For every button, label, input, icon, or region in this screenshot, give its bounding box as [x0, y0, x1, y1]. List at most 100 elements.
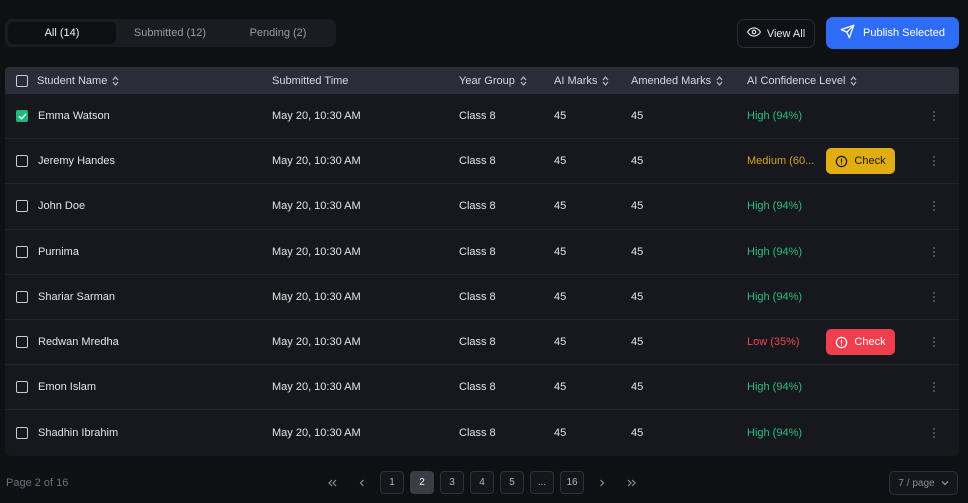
student-name: Redwan Mredha: [38, 336, 119, 349]
amended-marks: 45: [631, 245, 644, 258]
next-page-icon[interactable]: [590, 471, 614, 494]
more-options-icon[interactable]: [929, 289, 939, 305]
first-page-icon[interactable]: [320, 471, 344, 494]
table-row[interactable]: Shadhin Ibrahim May 20, 10:30 AM Class 8 45…: [5, 410, 959, 455]
view-all-label: View All: [766, 27, 806, 40]
ai-confidence: High (94%): [747, 381, 803, 394]
header-year-group[interactable]: Year Group: [459, 67, 527, 94]
row-select-cell: [16, 139, 28, 183]
row-checkbox[interactable]: [16, 155, 28, 168]
table-row[interactable]: Emma Watson May 20, 10:30 AM Class 8 45 45 Hi…: [5, 94, 959, 140]
row-select-cell: [16, 320, 28, 364]
amended-marks: 45: [631, 200, 644, 213]
page-info: Page 2 of 16: [6, 477, 69, 489]
check-button-label: Check: [854, 155, 886, 168]
student-name: Jeremy Handes: [38, 155, 116, 168]
ai-marks: 45: [554, 426, 567, 439]
table-row[interactable]: Jeremy Handes May 20, 10:30 AM Class 8 45 45…: [5, 139, 959, 185]
row-checkbox[interactable]: [16, 110, 28, 123]
page-button[interactable]: 4: [470, 471, 494, 494]
page-button[interactable]: 16: [560, 471, 584, 494]
ai-marks: 45: [554, 110, 567, 123]
student-name: Emma Watson: [38, 110, 110, 123]
table-row[interactable]: Redwan Mredha May 20, 10:30 AM Class 8 45 45…: [5, 320, 959, 366]
header-ai-confidence[interactable]: AI Confidence Level: [747, 67, 857, 94]
more-options-icon[interactable]: [929, 198, 939, 214]
row-select-cell: [16, 184, 28, 228]
ai-marks: 45: [554, 290, 567, 303]
per-page-select[interactable]: 7 / page: [889, 471, 958, 495]
check-button[interactable]: Check: [826, 329, 895, 356]
more-options-icon[interactable]: [929, 425, 939, 441]
header-year-group-label: Year Group: [459, 74, 515, 87]
year-group: Class 8: [459, 426, 496, 439]
table-body: Emma Watson May 20, 10:30 AM Class 8 45 45 Hi…: [5, 94, 959, 456]
amended-marks: 45: [631, 290, 644, 303]
amended-marks: 45: [631, 381, 644, 394]
header-ai-marks-label: AI Marks: [554, 74, 598, 87]
header-ai-marks[interactable]: AI Marks: [554, 67, 609, 94]
row-checkbox[interactable]: [16, 200, 28, 213]
row-select-cell: [16, 94, 28, 138]
ai-confidence: High (94%): [747, 290, 803, 303]
submitted-time: May 20, 10:30 AM: [272, 110, 361, 123]
chevron-down-icon: [941, 478, 949, 489]
prev-page-icon[interactable]: [350, 471, 374, 494]
header-student-name[interactable]: Student Name: [37, 67, 119, 94]
student-name: Shariar Sarman: [38, 290, 116, 303]
last-page-icon[interactable]: [620, 471, 644, 494]
check-button-label: Check: [854, 336, 886, 349]
more-options-icon[interactable]: [929, 153, 939, 169]
table-row[interactable]: John Doe May 20, 10:30 AM Class 8 45 45 High …: [5, 184, 959, 230]
sort-icon: [602, 75, 609, 86]
year-group: Class 8: [459, 381, 496, 394]
page-button[interactable]: 3: [440, 471, 464, 494]
submitted-time: May 20, 10:30 AM: [272, 245, 361, 258]
page-ellipsis[interactable]: ...: [530, 471, 554, 494]
ai-confidence: High (94%): [747, 200, 803, 213]
check-button[interactable]: Check: [826, 148, 895, 175]
publish-selected-label: Publish Selected: [863, 27, 945, 39]
row-checkbox[interactable]: [16, 245, 28, 258]
more-options-icon[interactable]: [929, 334, 939, 350]
ai-marks: 45: [554, 381, 567, 394]
submitted-time: May 20, 10:30 AM: [272, 290, 361, 303]
tab-submitted[interactable]: Submitted (12): [116, 22, 224, 44]
view-all-button[interactable]: View All: [737, 19, 815, 48]
page-button[interactable]: 1: [380, 471, 404, 494]
row-select-cell: [16, 410, 28, 455]
submitted-time: May 20, 10:30 AM: [272, 381, 361, 394]
submitted-time: May 20, 10:30 AM: [272, 426, 361, 439]
student-name: Purnima: [38, 245, 79, 258]
sort-icon: [520, 75, 527, 86]
page-button[interactable]: 2: [410, 471, 434, 494]
ai-confidence: High (94%): [747, 426, 803, 439]
year-group: Class 8: [459, 245, 496, 258]
year-group: Class 8: [459, 155, 496, 168]
header-submitted-time-label: Submitted Time: [272, 74, 349, 87]
tab-all[interactable]: All (14): [8, 22, 116, 44]
table-row[interactable]: Purnima May 20, 10:30 AM Class 8 45 45 High (…: [5, 230, 959, 275]
row-checkbox[interactable]: [16, 381, 28, 394]
submissions-table: Student Name Submitted Time Year Group A…: [5, 67, 959, 456]
header-amended-marks[interactable]: Amended Marks: [631, 67, 723, 94]
tab-pending[interactable]: Pending (2): [224, 22, 332, 44]
student-name: Shadhin Ibrahim: [38, 426, 119, 439]
submitted-time: May 20, 10:30 AM: [272, 155, 361, 168]
more-options-icon[interactable]: [929, 244, 939, 260]
table-row[interactable]: Emon Islam May 20, 10:30 AM Class 8 45 45 Hig…: [5, 365, 959, 411]
row-checkbox[interactable]: [16, 336, 28, 349]
select-all-checkbox[interactable]: [16, 74, 28, 87]
pagination: 1 2 3 4 5... 16: [320, 471, 644, 494]
more-options-icon[interactable]: [929, 379, 939, 395]
row-checkbox[interactable]: [16, 290, 28, 303]
student-name: Emon Islam: [38, 381, 97, 394]
more-options-icon[interactable]: [929, 108, 939, 124]
page-button[interactable]: 5: [500, 471, 524, 494]
publish-selected-button[interactable]: Publish Selected: [826, 17, 959, 49]
row-checkbox[interactable]: [16, 426, 28, 439]
ai-confidence: High (94%): [747, 110, 803, 123]
checkmark-icon: [18, 112, 27, 121]
ai-marks: 45: [554, 155, 567, 168]
table-row[interactable]: Shariar Sarman May 20, 10:30 AM Class 8 45 4…: [5, 275, 959, 320]
